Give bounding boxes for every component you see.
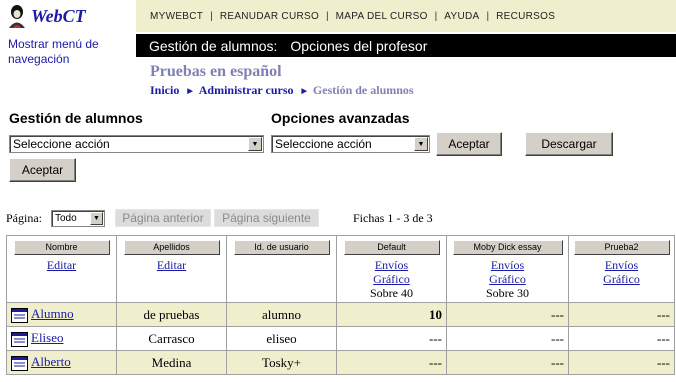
page-title: Gestión de alumnos: [149, 37, 278, 54]
top-navigation-bar: MYWEBCT | REANUDAR CURSO | MAPA DEL CURS… [136, 0, 676, 32]
records-count: Fichas 1 - 3 de 3 [353, 211, 433, 225]
student-action-select-value: Seleccione acción [13, 137, 110, 151]
header-cell-nombre: Nombre Editar [6, 235, 117, 303]
table-row: Eliseo Carrasco eliseo --- --- --- [6, 326, 675, 351]
sort-by-user-id-button[interactable]: Id. de usuario [233, 240, 330, 255]
course-name: Pruebas en español [150, 63, 282, 80]
student-first-name-link[interactable]: Eliseo [31, 330, 64, 345]
page-title-bar: Gestión de alumnos: Opciones del profeso… [136, 34, 676, 57]
breadcrumb-arrow-icon: ▶ [301, 86, 307, 95]
page-subtitle: Opciones del profesor [290, 37, 428, 54]
table-header-row: Nombre Editar Apellidos Editar Id. de us… [6, 235, 675, 303]
default-grade-cell: --- [336, 326, 447, 351]
sort-by-apellidos-button[interactable]: Apellidos [123, 240, 220, 255]
download-button[interactable]: Descargar [525, 132, 613, 156]
default-chart-link[interactable]: Gráfico [337, 272, 446, 286]
default-grade-cell: 10 [336, 302, 447, 327]
moby-dick-grade-cell: --- [446, 326, 569, 351]
user-id-cell: eliseo [226, 326, 337, 351]
sort-by-default-button[interactable]: Default [343, 240, 440, 255]
sort-by-nombre-button[interactable]: Nombre [13, 240, 110, 255]
advanced-accept-button[interactable]: Aceptar [436, 132, 502, 156]
previous-page-button[interactable]: Página anterior [115, 209, 211, 227]
default-grade-cell: --- [336, 350, 447, 375]
header-cell-moby-dick: Moby Dick essay Envíos Gráfico Sobre 30 [446, 235, 569, 303]
student-record-icon[interactable] [11, 307, 28, 323]
student-first-name-link[interactable]: Alumno [31, 306, 74, 321]
edit-nombre-link[interactable]: Editar [7, 258, 116, 272]
left-column: WebCT Mostrar menú de navegación [0, 0, 136, 108]
prueba2-grade-cell: --- [568, 326, 675, 351]
prueba2-grade-cell: --- [568, 302, 675, 327]
edit-apellidos-link[interactable]: Editar [117, 258, 226, 272]
last-name-cell: Carrasco [116, 326, 227, 351]
breadcrumb-inicio[interactable]: Inicio [150, 83, 179, 98]
nav-ayuda[interactable]: AYUDA [437, 11, 486, 22]
student-accept-button[interactable]: Aceptar [9, 158, 76, 182]
advanced-action-select[interactable]: Seleccione acción ▼ [271, 135, 430, 153]
advanced-action-select-value: Seleccione acción [275, 137, 372, 151]
student-action-select[interactable]: Seleccione acción ▼ [9, 135, 264, 153]
last-name-cell: de pruebas [116, 302, 227, 327]
student-management-heading: Gestión de alumnos [9, 110, 143, 126]
moby-dick-max-score: Sobre 30 [486, 286, 529, 300]
page-select-value: Todo [55, 213, 77, 224]
student-first-name-link[interactable]: Alberto [31, 354, 71, 369]
page-label: Página: [6, 211, 42, 225]
user-id-cell: alumno [226, 302, 337, 327]
header-cell-default: Default Envíos Gráfico Sobre 40 [336, 235, 447, 303]
header-cell-prueba2: Prueba2 Envíos Gráfico [568, 235, 675, 303]
advanced-options-heading: Opciones avanzadas [271, 110, 410, 126]
first-name-cell: Eliseo [6, 326, 117, 351]
next-page-button[interactable]: Página siguiente [214, 209, 319, 227]
webct-logo[interactable]: WebCT [6, 2, 86, 30]
chevron-down-icon[interactable]: ▼ [414, 137, 428, 151]
table-row: Alberto Medina Tosky+ --- --- --- [6, 350, 675, 375]
header-cell-user-id: Id. de usuario [226, 235, 337, 303]
prueba2-chart-link[interactable]: Gráfico [569, 272, 674, 286]
sort-by-prueba2-button[interactable]: Prueba2 [573, 240, 670, 255]
chevron-down-icon[interactable]: ▼ [248, 137, 262, 151]
header-cell-apellidos: Apellidos Editar [116, 235, 227, 303]
breadcrumb-administrar-curso[interactable]: Administrar curso [199, 83, 294, 98]
student-record-icon[interactable] [11, 355, 28, 371]
last-name-cell: Medina [116, 350, 227, 375]
chevron-down-icon[interactable]: ▼ [90, 212, 103, 225]
sort-by-moby-dick-button[interactable]: Moby Dick essay [452, 240, 563, 255]
student-record-icon[interactable] [11, 331, 28, 347]
moby-dick-grade-cell: --- [446, 350, 569, 375]
breadcrumb-current: Gestión de alumnos [312, 83, 414, 97]
nav-reanudar-curso[interactable]: REANUDAR CURSO [213, 11, 326, 22]
student-grades-table: Nombre Editar Apellidos Editar Id. de us… [6, 235, 675, 375]
webct-mascot-icon [9, 5, 25, 28]
prueba2-submissions-link[interactable]: Envíos [569, 258, 674, 272]
first-name-cell: Alberto [6, 350, 117, 375]
nav-mapa-del-curso[interactable]: MAPA DEL CURSO [329, 11, 435, 22]
moby-dick-submissions-link[interactable]: Envíos [447, 258, 568, 272]
nav-mywebct[interactable]: MYWEBCT [136, 11, 210, 22]
breadcrumb-arrow-icon: ▶ [187, 86, 193, 95]
moby-dick-chart-link[interactable]: Gráfico [447, 272, 568, 286]
default-submissions-link[interactable]: Envíos [337, 258, 446, 272]
moby-dick-grade-cell: --- [446, 302, 569, 327]
logo-text: WebCT [31, 5, 86, 26]
user-id-cell: Tosky+ [226, 350, 337, 375]
default-max-score: Sobre 40 [370, 286, 413, 300]
prueba2-grade-cell: --- [568, 350, 675, 375]
show-navigation-menu-link[interactable]: Mostrar menú de navegación [8, 37, 128, 67]
first-name-cell: Alumno [6, 302, 117, 327]
page-select[interactable]: Todo ▼ [51, 210, 105, 227]
breadcrumb: Inicio ▶ Administrar curso ▶ Gestión de … [150, 83, 414, 98]
table-row: Alumno de pruebas alumno 10 --- --- [6, 302, 675, 327]
nav-recursos[interactable]: RECURSOS [489, 11, 562, 22]
